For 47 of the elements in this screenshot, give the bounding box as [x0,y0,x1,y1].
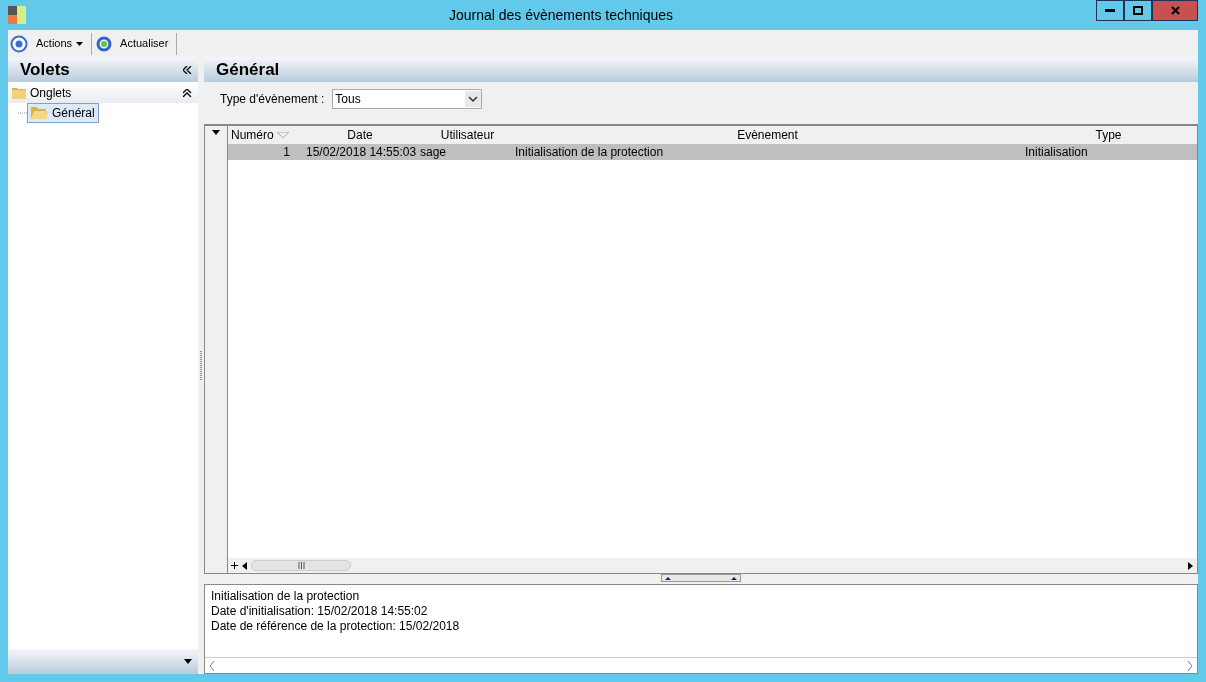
scroll-left-icon[interactable] [242,561,247,570]
collapse-icon[interactable] [183,88,192,97]
splitter-handle-icon[interactable] [661,574,741,582]
detail-text: Initialisation de la protection [211,589,361,604]
panel-title: Général [216,58,281,81]
group-label: Onglets [30,84,73,102]
refresh-button[interactable]: Actualiser [116,33,173,54]
group-header[interactable]: Onglets [8,82,198,103]
close-icon [1170,6,1180,15]
column-header[interactable]: Numéro [228,126,300,144]
app-icon [8,6,26,24]
target-icon [10,34,28,53]
table-row[interactable]: 1 15/02/2018 14:55:03 sage Initialisation de la protection Initialisation [228,144,1197,160]
column-header[interactable]: Evènement [515,126,1020,144]
event-type-dropdown[interactable]: Tous [332,88,483,109]
table-cell-text: sage [420,144,448,161]
column-header[interactable]: Type [1020,126,1197,144]
column-header[interactable]: Utilisateur [420,126,515,144]
detail-text: Date de référence de la protection: 15/02/2018 [211,619,461,634]
filter-label: Type d'évènement : [220,90,325,108]
add-icon[interactable] [231,562,238,569]
table-cell-text: 1 [282,144,291,161]
minimize-icon [1105,9,1115,12]
caret-icon [76,41,84,46]
dropdown-arrow-icon[interactable] [184,659,192,664]
window-title: Journal des évènements techniques [447,5,675,25]
actions-menu[interactable]: Actions [32,33,88,54]
grip-icon [297,562,305,569]
sidebar-title: Volets [20,58,71,81]
table-cell-text: 15/02/2018 14:55:03 [305,144,418,161]
maximize-icon [1133,5,1143,16]
maximize-button[interactable] [1124,0,1152,21]
tree-item[interactable]: Général [27,103,99,123]
collapse-icon[interactable] [183,65,192,74]
open-folder-icon [31,107,49,119]
refresh-icon [96,35,113,52]
minimize-button[interactable] [1096,0,1124,21]
table-cell-text: Initialisation [1024,144,1089,161]
scroll-right-icon[interactable] [1188,561,1193,570]
column-chooser-icon[interactable] [212,130,220,135]
column-header[interactable]: Date [300,126,420,144]
tree-connector-icon [18,112,27,114]
folder-icon [12,86,26,99]
close-button[interactable] [1152,0,1198,21]
scrollbar-thumb[interactable] [251,560,351,571]
table-cell-text: Initialisation de la protection [515,144,665,161]
detail-text: Date d'initialisation: 15/02/2018 14:55:02 [211,604,429,619]
